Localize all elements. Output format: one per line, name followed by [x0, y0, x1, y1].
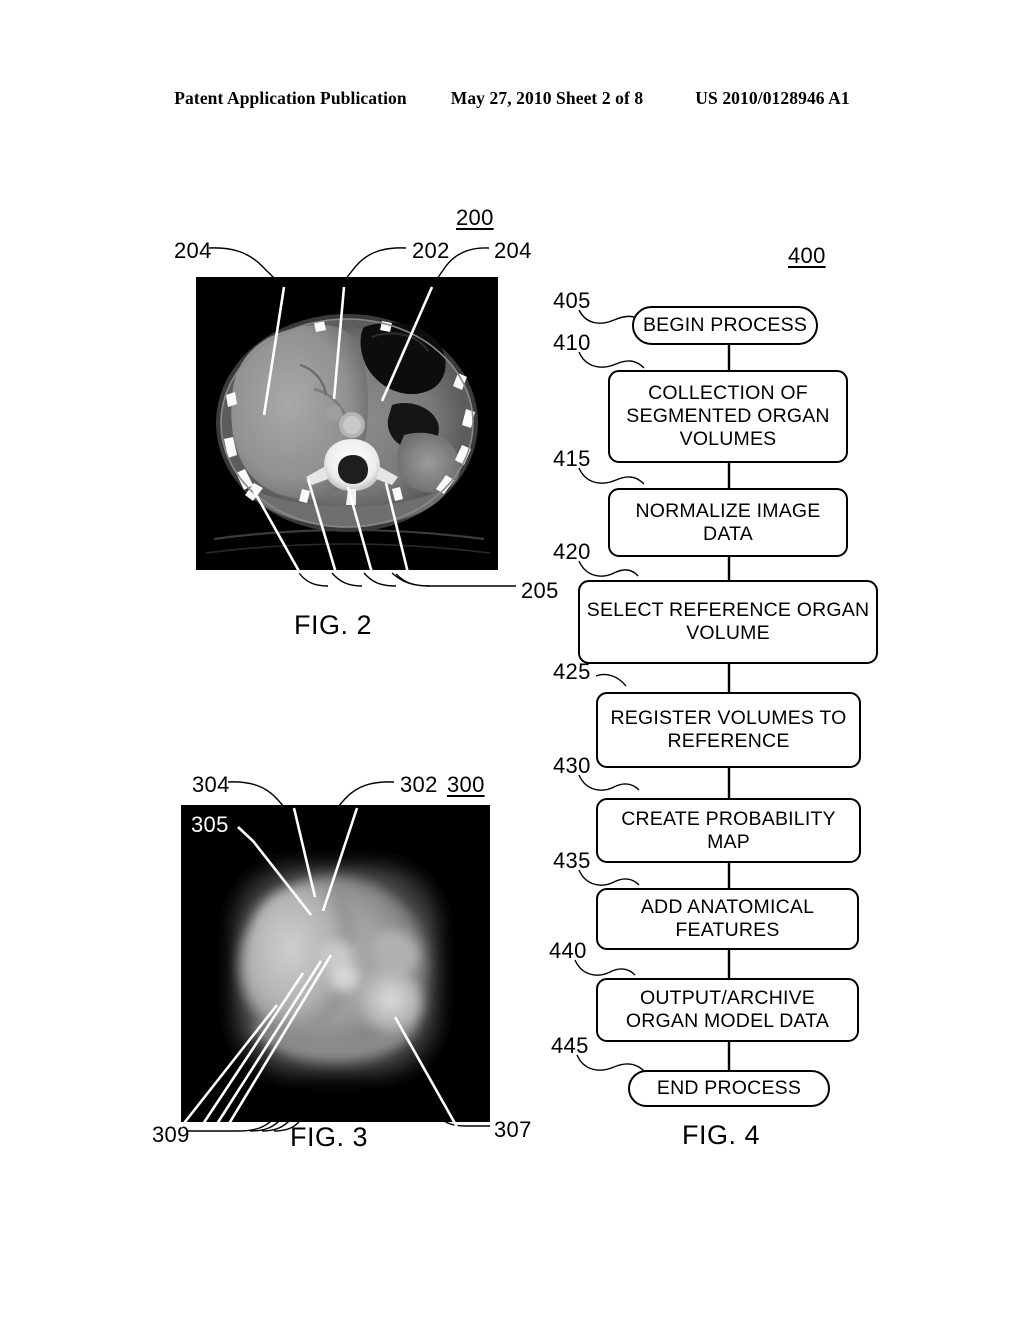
page-header: Patent Application Publication May 27, 2…: [0, 88, 1024, 109]
flow-node-collection-label: COLLECTION OF SEGMENTED ORGAN VOLUMES: [626, 382, 830, 450]
flow-node-add-anatomical-features-label: ADD ANATOMICAL FEATURES: [640, 896, 815, 941]
flow-node-end-process[interactable]: END PROCESS: [628, 1070, 830, 1107]
figure-2-label-204-left: 204: [174, 238, 212, 263]
flow-node-begin-process-label: BEGIN PROCESS: [642, 314, 808, 336]
flow-node-begin-process[interactable]: BEGIN PROCESS: [632, 306, 818, 345]
figure-3-reference-numeral: 300: [447, 772, 485, 797]
process-flowchart: BEGIN PROCESS COLLECTION OF SEGMENTED OR…: [540, 230, 900, 1170]
flow-node-end-process-label: END PROCESS: [656, 1077, 802, 1099]
figure-2-label-204-right: 204: [494, 238, 532, 263]
figure-3-label-304: 304: [192, 772, 230, 797]
figure-3-label-309: 309: [152, 1122, 190, 1147]
figure-2-caption: FIG. 2: [294, 610, 373, 640]
figure-3-label-307: 307: [494, 1117, 532, 1142]
ct-slice-abdomen: [196, 277, 498, 570]
flow-node-register-volumes-to-reference[interactable]: REGISTER VOLUMES TO REFERENCE: [596, 692, 861, 768]
figure-3-label-302: 302: [400, 772, 438, 797]
patent-number: US 2010/0128946 A1: [695, 88, 850, 108]
flow-node-select-reference-organ-volume[interactable]: SELECT REFERENCE ORGAN VOLUME: [578, 580, 878, 664]
flow-node-register-volumes-label: REGISTER VOLUMES TO REFERENCE: [610, 707, 847, 752]
figure-4-caption: FIG. 4: [682, 1120, 761, 1150]
flow-node-output-archive-label: OUTPUT/ARCHIVE ORGAN MODEL DATA: [625, 987, 830, 1032]
flow-node-collection-of-segmented-organ-volumes[interactable]: COLLECTION OF SEGMENTED ORGAN VOLUMES: [608, 370, 848, 463]
figure-2-reference-numeral: 200: [456, 205, 494, 230]
figure-3-caption: FIG. 3: [290, 1122, 369, 1152]
flow-node-normalize-label: NORMALIZE IMAGE DATA: [635, 499, 821, 545]
probability-map-slice: [181, 805, 490, 1122]
publication-date-sheet: May 27, 2010 Sheet 2 of 8: [450, 88, 644, 108]
figure-2-label-202: 202: [412, 238, 450, 263]
figure-2-ct-image: [196, 277, 498, 570]
figure-3-label-305: 305: [191, 812, 229, 837]
flow-node-select-reference-label: SELECT REFERENCE ORGAN VOLUME: [586, 599, 870, 644]
flow-node-normalize-image-data[interactable]: NORMALIZE IMAGE DATA: [608, 488, 848, 557]
figure-3-probability-map-image: [181, 805, 490, 1122]
flow-node-create-probability-map-label: CREATE PROBABILITY MAP: [621, 807, 836, 853]
flow-node-create-probability-map[interactable]: CREATE PROBABILITY MAP: [596, 798, 861, 863]
flow-node-add-anatomical-features[interactable]: ADD ANATOMICAL FEATURES: [596, 888, 859, 950]
flow-node-output-archive-organ-model-data[interactable]: OUTPUT/ARCHIVE ORGAN MODEL DATA: [596, 978, 859, 1042]
publication-title: Patent Application Publication: [174, 88, 407, 108]
